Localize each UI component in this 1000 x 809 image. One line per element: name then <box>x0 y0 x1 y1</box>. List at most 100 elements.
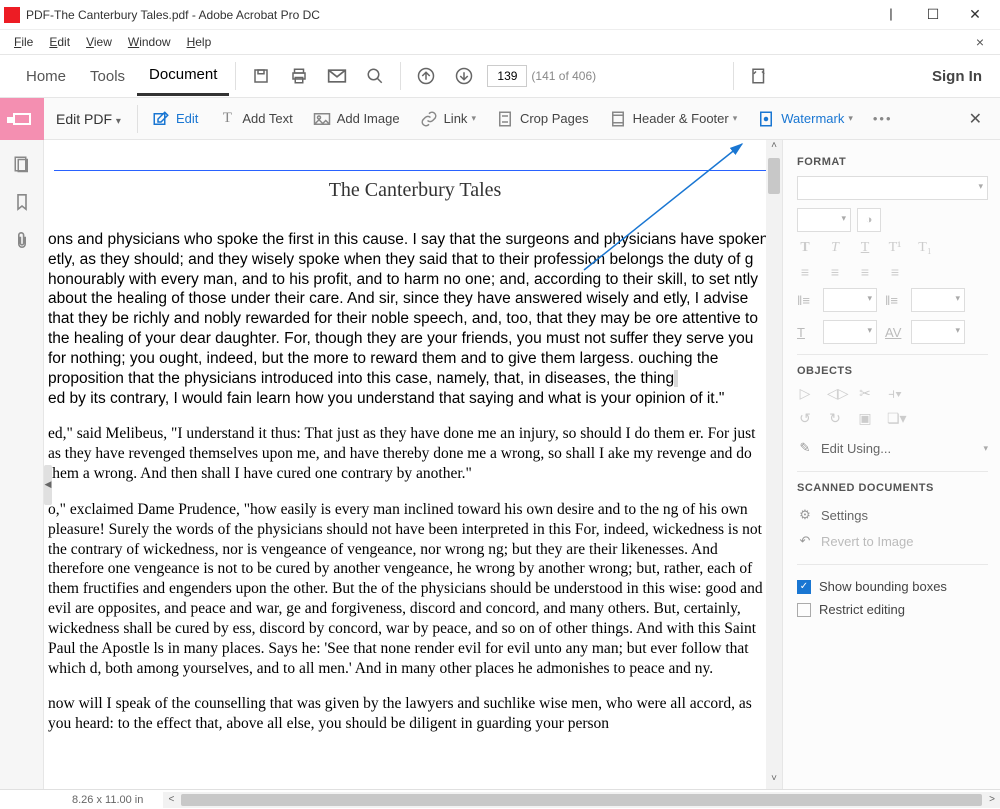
align-objects-icon[interactable]: ⫞▾ <box>887 385 903 402</box>
font-size-select[interactable]: ▾ <box>797 208 851 232</box>
print-icon[interactable] <box>288 65 310 87</box>
underline-icon[interactable]: T <box>857 240 873 256</box>
menu-edit[interactable]: Edit <box>41 33 78 51</box>
crop-label: Crop Pages <box>520 111 589 126</box>
link-tool[interactable]: Link▾ <box>410 98 486 140</box>
edit-pdf-dropdown[interactable]: Edit PDF ▾ <box>44 111 133 127</box>
scroll-thumb[interactable] <box>768 158 780 194</box>
mail-icon[interactable] <box>326 65 348 87</box>
restrict-editing-checkbox[interactable]: Restrict editing <box>797 598 988 621</box>
italic-icon[interactable]: T <box>827 240 843 256</box>
add-text-label: Add Text <box>242 111 292 126</box>
watermark-tool[interactable]: Watermark▾ <box>747 98 863 140</box>
paragraph[interactable]: ed," said Melibeus, "I understand it thu… <box>48 424 772 483</box>
line-spacing-select[interactable]: ▾ <box>823 288 877 312</box>
acrobat-icon <box>4 7 20 23</box>
page-dimensions-label: 8.26 x 11.00 in <box>60 794 155 806</box>
attachment-icon[interactable] <box>12 230 32 250</box>
scroll-up-button[interactable]: ˄ <box>766 140 782 156</box>
close-button[interactable]: ✕ <box>954 1 996 29</box>
objects-heading: OBJECTS <box>797 365 988 377</box>
rotate-cw-icon[interactable]: ↻ <box>827 410 843 427</box>
horizontal-scale-select[interactable]: ▾ <box>823 320 877 344</box>
paragraph-spacing-select[interactable]: ▾ <box>911 288 965 312</box>
page-count-label: (141 of 406) <box>531 69 596 83</box>
bold-icon[interactable]: T <box>797 240 813 256</box>
horizontal-scrollbar[interactable]: < > <box>163 792 1000 808</box>
align-left-icon[interactable]: ≡ <box>797 264 813 280</box>
document-close-button[interactable]: × <box>966 34 994 50</box>
superscript-icon[interactable]: T¹ <box>887 240 903 256</box>
page-number-input[interactable] <box>487 65 527 87</box>
replace-image-icon[interactable]: ▣ <box>857 410 873 427</box>
left-nav-rail <box>0 140 44 789</box>
tab-home[interactable]: Home <box>14 58 78 95</box>
search-icon[interactable] <box>364 65 386 87</box>
subscript-icon[interactable]: T₁ <box>917 240 933 256</box>
add-image-tool[interactable]: Add Image <box>303 98 410 140</box>
text-style-row: T T T T¹ T₁ <box>797 240 988 256</box>
rotate-ccw-icon[interactable]: ↺ <box>797 410 813 427</box>
revert-label: Revert to Image <box>821 534 914 549</box>
flip-horizontal-icon[interactable]: ◁▷ <box>827 385 843 402</box>
bookmark-icon[interactable] <box>12 192 32 212</box>
paragraph[interactable]: ons and physicians who spoke the first i… <box>48 230 772 408</box>
add-text-tool[interactable]: T Add Text <box>208 98 302 140</box>
align-center-icon[interactable]: ≡ <box>827 264 843 280</box>
edit-tool[interactable]: Edit <box>142 98 208 140</box>
menu-help[interactable]: Help <box>179 33 220 51</box>
gear-icon: ⚙ <box>797 507 813 523</box>
next-page-icon[interactable] <box>453 65 475 87</box>
tab-tools[interactable]: Tools <box>78 58 137 95</box>
revert-link[interactable]: ↶ Revert to Image <box>797 528 988 554</box>
menu-file[interactable]: File <box>6 33 41 51</box>
more-tools-button[interactable]: ••• <box>863 111 903 126</box>
prev-page-icon[interactable] <box>415 65 437 87</box>
paragraph[interactable]: now will I speak of the counselling that… <box>48 694 772 734</box>
scroll-right-button[interactable]: > <box>984 794 1000 805</box>
maximize-button[interactable]: ☐ <box>912 1 954 29</box>
char-spacing-select[interactable]: ▾ <box>911 320 965 344</box>
checkbox-checked-icon: ✓ <box>797 580 811 594</box>
close-edit-toolbar-button[interactable]: ✕ <box>951 109 1000 129</box>
paragraph[interactable]: o," exclaimed Dame Prudence, "how easily… <box>48 500 772 678</box>
menu-view[interactable]: View <box>78 33 120 51</box>
splitter-handle[interactable]: ◀ <box>44 465 52 505</box>
align-right-icon[interactable]: ≡ <box>857 264 873 280</box>
crop-object-icon[interactable]: ✂ <box>857 385 873 402</box>
settings-link[interactable]: ⚙ Settings <box>797 502 988 528</box>
show-bb-label: Show bounding boxes <box>819 579 947 594</box>
format-heading: FORMAT <box>797 156 988 168</box>
menu-window[interactable]: Window <box>120 33 179 51</box>
thumbnails-icon[interactable] <box>12 154 32 174</box>
align-justify-icon[interactable]: ≡ <box>887 264 903 280</box>
font-color-picker[interactable]: ◑ <box>857 208 881 232</box>
header-footer-icon <box>609 110 627 128</box>
sign-in-button[interactable]: Sign In <box>914 68 1000 85</box>
crop-pages-tool[interactable]: Crop Pages <box>486 98 599 140</box>
scroll-left-button[interactable]: < <box>163 794 179 805</box>
hscroll-thumb[interactable] <box>181 794 982 806</box>
toolbar-handle <box>0 98 44 140</box>
save-icon[interactable] <box>250 65 272 87</box>
edit-tool-label: Edit <box>176 111 198 126</box>
status-bar: 8.26 x 11.00 in < > <box>0 789 1000 809</box>
font-family-select[interactable]: ▾ <box>797 176 988 200</box>
edit-pdf-toolbar: Edit PDF ▾ Edit T Add Text Add Image Lin… <box>0 98 1000 140</box>
objects-row-1: ▷ ◁▷ ✂ ⫞▾ <box>797 385 988 402</box>
fullscreen-icon[interactable] <box>748 65 770 87</box>
watermark-icon <box>757 110 775 128</box>
arrange-icon[interactable]: ❏▾ <box>887 410 903 427</box>
menu-bar: File Edit View Window Help × <box>0 30 1000 54</box>
restrict-label: Restrict editing <box>819 602 905 617</box>
flip-vertical-icon[interactable]: ▷ <box>797 385 813 402</box>
minimize-button[interactable]: 〡 <box>870 1 912 29</box>
header-footer-tool[interactable]: Header & Footer▾ <box>599 98 748 140</box>
edit-using-dropdown[interactable]: ✎ Edit Using... ▾ <box>797 435 988 461</box>
tab-document[interactable]: Document <box>137 56 229 96</box>
vertical-scrollbar[interactable]: ˄ ˅ <box>766 140 782 789</box>
title-bar: PDF-The Canterbury Tales.pdf - Adobe Acr… <box>0 0 1000 30</box>
scroll-down-button[interactable]: ˅ <box>766 773 782 789</box>
document-pane[interactable]: The Canterbury Tales ons and physicians … <box>44 140 782 789</box>
show-bounding-boxes-checkbox[interactable]: ✓ Show bounding boxes <box>797 575 988 598</box>
